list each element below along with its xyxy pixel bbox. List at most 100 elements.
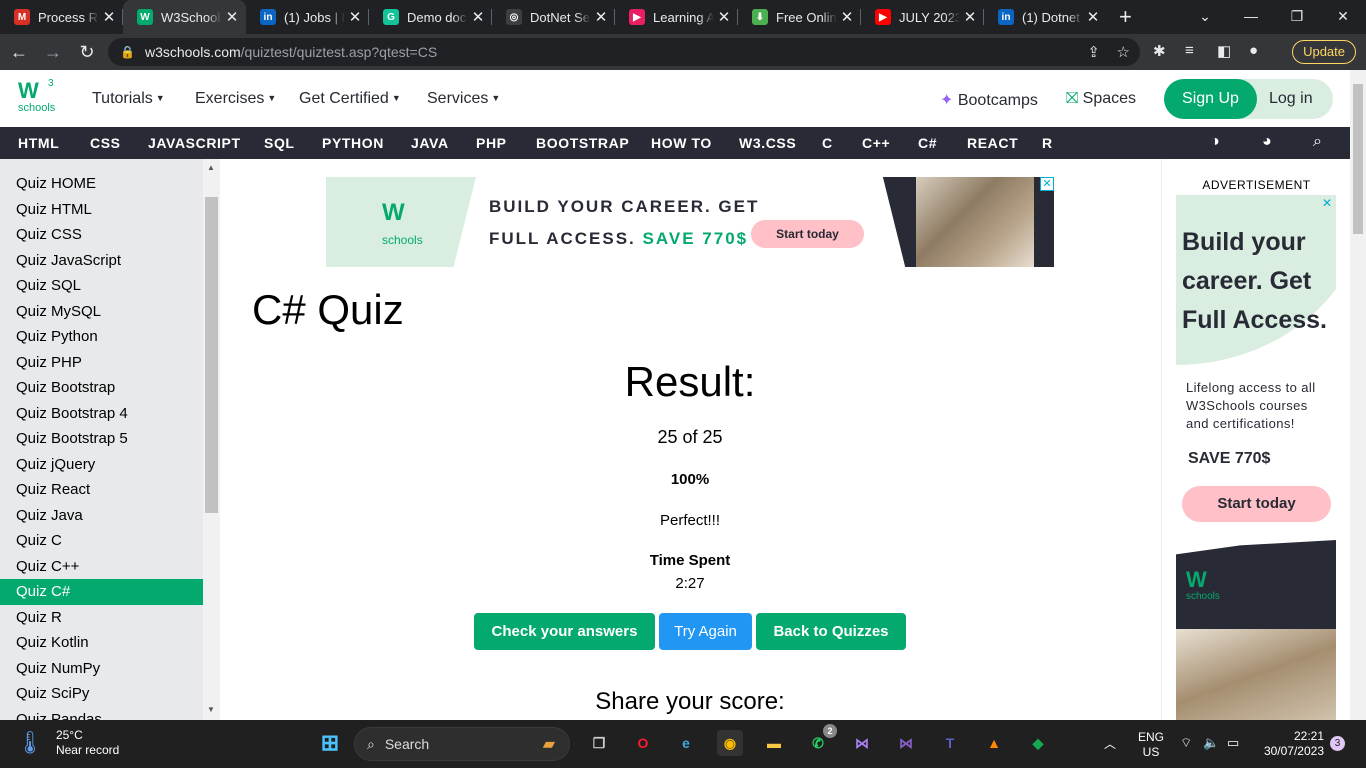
subnav-cpp[interactable]: C++ [862, 135, 890, 151]
subnav-php[interactable]: PHP [476, 135, 507, 151]
subnav-react[interactable]: REACT [967, 135, 1018, 151]
sidebar-item[interactable]: Quiz Kotlin [0, 630, 203, 656]
subnav-java[interactable]: JAVA [411, 135, 449, 151]
sidebar-item[interactable]: Quiz Java [0, 503, 203, 529]
browser-tab[interactable]: G Demo doc ✕ [369, 0, 492, 34]
subnav-c[interactable]: C [822, 135, 833, 151]
sidebar-item[interactable]: Quiz C [0, 528, 203, 554]
sidebar-item[interactable]: Quiz CSS [0, 222, 203, 248]
subnav-css[interactable]: CSS [90, 135, 121, 151]
restore-button[interactable]: ❐ [1274, 0, 1320, 32]
mongodb-icon[interactable]: ◆ [1025, 730, 1051, 756]
sidebar-item[interactable]: Quiz Python [0, 324, 203, 350]
battery-icon[interactable]: ▭ [1227, 735, 1239, 751]
right-ad-close-icon[interactable]: ✕ [1322, 196, 1332, 210]
edge-icon[interactable]: e [673, 730, 699, 756]
right-ad-start-button[interactable]: Start today [1182, 486, 1331, 522]
menu-exercises[interactable]: Exercises ▼ [195, 90, 276, 108]
reload-icon[interactable]: ↻ [72, 42, 102, 63]
task-view-icon[interactable]: ❐ [586, 730, 612, 756]
right-advertisement[interactable]: ADVERTISEMENT ✕ Build your career. Get F… [1161, 159, 1350, 720]
chrome-icon[interactable]: ◉ [717, 730, 743, 756]
back-to-quizzes-button[interactable]: Back to Quizzes [756, 613, 906, 650]
sidebar-item[interactable]: Quiz React [0, 477, 203, 503]
share-icon[interactable]: ⇪ [1087, 43, 1100, 61]
subnav-bootstrap[interactable]: BOOTSTRAP [536, 135, 629, 151]
side-panel-icon[interactable]: ◧ [1217, 42, 1231, 60]
browser-tab[interactable]: ◎ DotNet Se ✕ [492, 0, 615, 34]
sidebar-item[interactable]: Quiz HTML [0, 197, 203, 223]
subnav-w3css[interactable]: W3.CSS [739, 135, 796, 151]
sidebar-item[interactable]: Quiz MySQL [0, 299, 203, 325]
sidebar-item[interactable]: Quiz C++ [0, 554, 203, 580]
browser-tab[interactable]: ▶ Learning A ✕ [615, 0, 738, 34]
sidebar-item[interactable]: Quiz JavaScript [0, 248, 203, 274]
back-arrow-icon[interactable]: ← [4, 42, 34, 63]
taskbar-search[interactable]: ⌕ Search ▰ [354, 727, 570, 761]
browser-tab[interactable]: M Process R ✕ [0, 0, 123, 34]
w3schools-logo[interactable]: W 3 schools [18, 78, 62, 120]
sidebar-item[interactable]: Quiz Pandas [0, 707, 203, 721]
browser-tab[interactable]: in (1) Jobs | L ✕ [246, 0, 369, 34]
bootcamps-link[interactable]: ✦ Bootcamps [940, 90, 1038, 110]
new-tab-button[interactable]: + [1107, 0, 1132, 34]
subnav-html[interactable]: HTML [18, 135, 59, 151]
subnav-javascript[interactable]: JAVASCRIPT [148, 135, 241, 151]
search-icon[interactable]: ⌕ [1313, 133, 1322, 151]
tab-close-icon[interactable]: ✕ [714, 8, 734, 26]
volume-icon[interactable]: 🔈 [1203, 735, 1219, 751]
tab-close-icon[interactable]: ✕ [222, 8, 242, 26]
tab-close-icon[interactable]: ✕ [345, 8, 365, 26]
sidebar-item[interactable]: Quiz NumPy [0, 656, 203, 682]
address-bar[interactable]: 🔒 w3schools.com/quiztest/quiztest.asp?qt… [108, 38, 1140, 66]
ad-close-icon[interactable]: ✕ [1040, 177, 1054, 191]
tab-close-icon[interactable]: ✕ [837, 8, 857, 26]
tab-search-icon[interactable]: ⌄ [1182, 0, 1228, 32]
forward-arrow-icon[interactable]: → [38, 42, 68, 63]
sidebar-item[interactable]: Quiz HOME [0, 171, 203, 197]
browser-tab[interactable]: W W3Schools ✕ [123, 0, 246, 34]
subnav-r[interactable]: R [1042, 135, 1053, 151]
minimize-button[interactable]: — [1228, 0, 1274, 32]
sidebar-item[interactable]: Quiz R [0, 605, 203, 631]
subnav-python[interactable]: PYTHON [322, 135, 384, 151]
sidebar-item[interactable]: Quiz SQL [0, 273, 203, 299]
extensions-icon[interactable]: ✱ [1153, 42, 1166, 60]
sidebar-item[interactable]: Quiz C# [0, 579, 203, 605]
browser-tab[interactable]: ⬇ Free Onlin ✕ [738, 0, 861, 34]
notification-badge[interactable]: 3 [1330, 736, 1345, 751]
sidebar-item[interactable]: Quiz jQuery [0, 452, 203, 478]
visual-studio-2-icon[interactable]: ⋈ [893, 730, 919, 756]
try-again-button[interactable]: Try Again [659, 613, 752, 650]
tab-close-icon[interactable]: ✕ [468, 8, 488, 26]
whatsapp-icon[interactable]: ✆ 2 [805, 724, 837, 756]
scroll-up-icon[interactable]: ▲ [207, 163, 215, 172]
tab-close-icon[interactable]: ✕ [960, 8, 980, 26]
subnav-how-to[interactable]: HOW TO [651, 135, 712, 151]
weather-widget[interactable]: 🌡 25°C Near record [16, 728, 119, 758]
browser-tab[interactable]: ▶ JULY 2023 ✕ [861, 0, 984, 34]
ad-start-button[interactable]: Start today [751, 220, 864, 248]
wifi-icon[interactable]: ⌔ [1180, 735, 1192, 751]
ad-banner[interactable]: W schools BUILD YOUR CAREER. GET FULL AC… [326, 177, 1054, 267]
tab-close-icon[interactable]: ✕ [99, 8, 119, 26]
sidebar-scrollbar[interactable]: ▲ ▼ [203, 159, 220, 720]
scroll-down-icon[interactable]: ▼ [207, 705, 215, 714]
sidebar-scroll-thumb[interactable] [205, 197, 218, 513]
clock[interactable]: 22:21 30/07/2023 [1258, 729, 1324, 759]
bookmark-star-icon[interactable]: ☆ [1117, 43, 1130, 61]
page-scrollbar[interactable] [1350, 70, 1366, 720]
update-button[interactable]: Update [1292, 40, 1356, 64]
tab-close-icon[interactable]: ✕ [1083, 8, 1103, 26]
close-window-button[interactable]: ✕ [1320, 0, 1366, 32]
menu-services[interactable]: Services ▼ [427, 90, 500, 108]
vlc-icon[interactable]: ▲ [981, 730, 1007, 756]
contrast-icon[interactable]: ◑ [1210, 133, 1220, 151]
profile-icon[interactable]: ● [1249, 42, 1258, 59]
browser-tab[interactable]: in (1) Dotnet ✕ [984, 0, 1107, 34]
sidebar-item[interactable]: Quiz SciPy [0, 681, 203, 707]
sidebar-item[interactable]: Quiz PHP [0, 350, 203, 376]
menu-tutorials[interactable]: Tutorials ▼ [92, 90, 165, 108]
spaces-link[interactable]: ⛝ Spaces [1066, 90, 1136, 108]
media-icon[interactable]: ≡ [1185, 42, 1194, 59]
